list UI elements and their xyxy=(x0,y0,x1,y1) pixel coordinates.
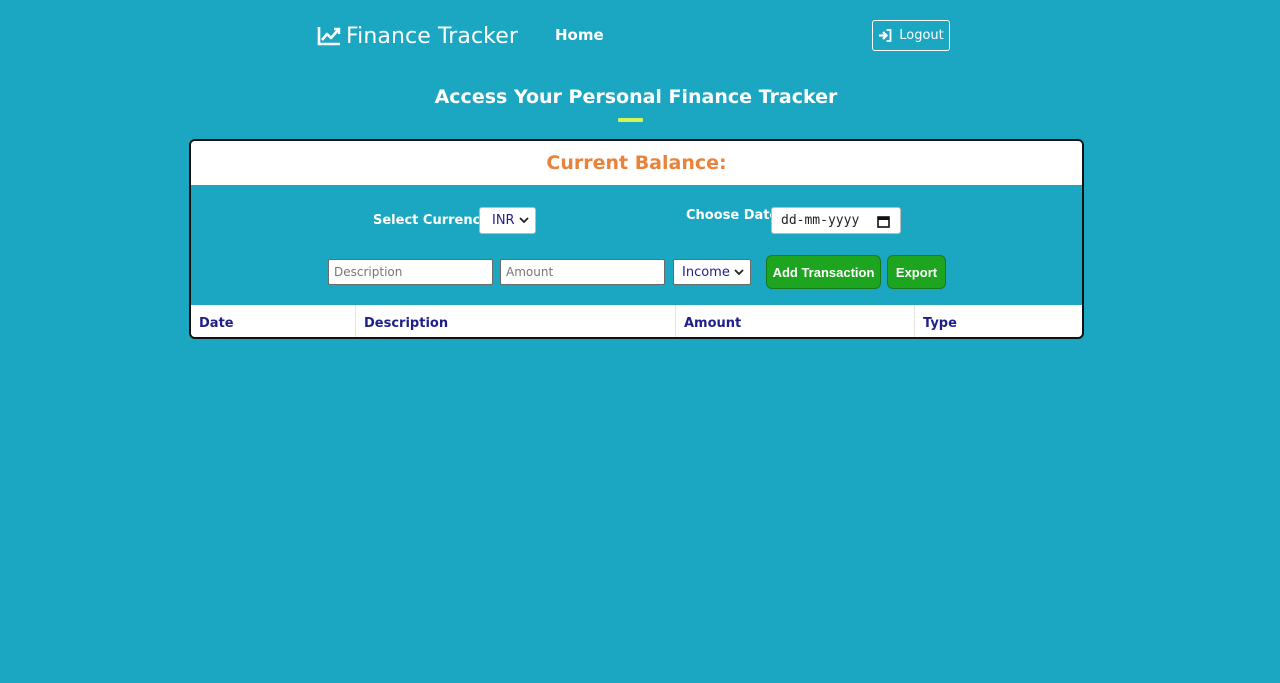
date-input[interactable]: dd-mm-yyyy xyxy=(771,207,901,234)
navbar: Finance Tracker Home Logout xyxy=(0,0,1280,72)
line-chart-icon xyxy=(317,25,341,47)
description-input[interactable]: Description xyxy=(328,259,493,285)
column-header-description[interactable]: Description xyxy=(356,305,676,337)
type-select[interactable]: Income xyxy=(673,259,751,285)
sign-in-icon xyxy=(878,29,892,42)
page-title: Access Your Personal Finance Tracker xyxy=(434,86,838,108)
logout-button[interactable]: Logout xyxy=(872,20,950,51)
transaction-form: Description Amount Income Add Transactio… xyxy=(191,255,1082,289)
export-button[interactable]: Export xyxy=(887,255,946,289)
date-value: dd-mm-yyyy xyxy=(781,213,860,228)
balance-bar: Current Balance: xyxy=(191,141,1082,185)
description-placeholder: Description xyxy=(334,265,403,279)
chevron-down-icon xyxy=(734,269,744,276)
column-header-amount[interactable]: Amount xyxy=(676,305,915,337)
transactions-table: Date Description Amount Type xyxy=(191,305,1082,337)
current-balance-label: Current Balance: xyxy=(546,152,727,174)
brand-name: Finance Tracker xyxy=(346,23,519,49)
calendar-icon[interactable] xyxy=(877,215,890,228)
brand-link[interactable]: Finance Tracker xyxy=(317,20,518,52)
logout-label: Logout xyxy=(899,28,944,43)
date-label: Choose Date: xyxy=(686,208,784,223)
add-transaction-button[interactable]: Add Transaction xyxy=(766,255,881,289)
column-header-date[interactable]: Date xyxy=(191,305,356,337)
nav-home-link[interactable]: Home xyxy=(555,26,604,44)
chevron-down-icon xyxy=(519,217,529,224)
tracker-card: Current Balance: Select Currency: INR Ch… xyxy=(189,139,1084,339)
type-value: Income xyxy=(682,264,730,280)
currency-value: INR xyxy=(492,213,515,228)
heading-underline xyxy=(618,118,643,122)
column-header-type[interactable]: Type xyxy=(915,305,1082,337)
currency-select[interactable]: INR xyxy=(479,207,536,234)
amount-placeholder: Amount xyxy=(506,265,554,279)
filter-row: Select Currency: INR Choose Date: dd-mm-… xyxy=(191,206,1082,236)
amount-input[interactable]: Amount xyxy=(500,259,665,285)
currency-label: Select Currency: xyxy=(373,213,494,228)
